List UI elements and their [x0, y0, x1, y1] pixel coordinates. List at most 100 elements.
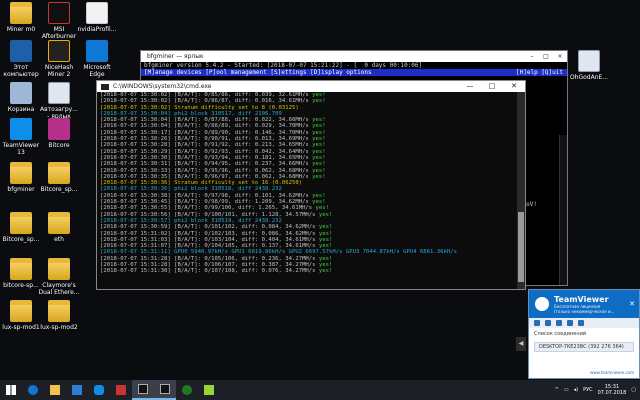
folder-icon: [10, 258, 32, 280]
cmd-line-text: [2018-07-07 15:30:36] Stratum difficulty…: [100, 180, 303, 187]
cmd-line-yes: yes!: [312, 117, 326, 124]
bin-icon: [10, 82, 32, 104]
teamviewer-panel[interactable]: TeamViewer Бесплатная лицензия (только н…: [528, 289, 640, 379]
desktop-icon[interactable]: lux-sp-mod2: [37, 300, 81, 331]
nh-icon: [48, 40, 70, 62]
network-icon[interactable]: ▭: [564, 387, 569, 393]
doc-icon: [86, 2, 108, 24]
folder-icon: [50, 385, 60, 395]
cmd-line-yes: yes!: [315, 205, 330, 212]
close-icon[interactable]: ✕: [629, 300, 635, 308]
notifications-icon[interactable]: ▢: [631, 387, 636, 393]
cmd-line-text: [2018-07-07 15:30:28] [B/A/T]: 0/91/92, …: [100, 142, 313, 149]
cmd-line-yes: yes!: [312, 161, 326, 168]
language-indicator[interactable]: РУС: [583, 387, 593, 393]
afterburner-icon: [116, 385, 126, 395]
teamviewer-footer-link[interactable]: www.teamviewer.com: [590, 370, 634, 375]
cmd-line-yes: yes!: [318, 230, 333, 237]
cmd-scroll-thumb[interactable]: [518, 212, 524, 282]
cmd-line-yes: yes!: [312, 98, 326, 105]
taskbar-bfgminer[interactable]: [154, 380, 176, 400]
terminal-icon: [160, 384, 170, 394]
desktop-icon[interactable]: Bitcore: [37, 118, 81, 149]
tray-arrow-icon[interactable]: ^: [555, 387, 559, 393]
settings-icon[interactable]: [578, 320, 584, 326]
desktop-icon[interactable]: Claymore's Dual Ethere...: [37, 258, 81, 296]
cmd-line-yes: yes!: [312, 199, 326, 206]
cmd-output-line: [2018-07-07 15:31:30] [B/A/T]: 0/107/108…: [100, 268, 517, 274]
desktop-icon-label: Claymore's Dual Ethere...: [38, 282, 80, 296]
cmd-line-yes: yes!: [318, 211, 333, 218]
bfgminer-menu[interactable]: [M]anage devices [P]ool management [S]et…: [141, 69, 567, 76]
cmd-line-text: [2018-07-07 15:30:31] [B/A/T]: 0/94/95, …: [100, 161, 313, 168]
cmd-line-yes: yes!: [312, 167, 326, 174]
tool-icon: [204, 385, 214, 395]
cmd-line-yes: yes!: [318, 224, 333, 231]
minimize-button[interactable]: –: [525, 51, 539, 62]
desktop-icon[interactable]: eth: [37, 212, 81, 243]
cmd-line-yes: yes!: [312, 92, 326, 98]
desktop-icon-label: Bitcore: [48, 142, 70, 149]
taskbar-xbox[interactable]: [176, 380, 198, 400]
teamviewer-toolbar: [529, 318, 639, 328]
file-icon[interactable]: [567, 320, 573, 326]
taskbar-store[interactable]: [66, 380, 88, 400]
desktop-icon[interactable]: Microsoft Edge: [75, 40, 119, 78]
teamviewer-logo-icon: [535, 297, 549, 311]
system-tray: ^ ▭ ◂) РУС 15:31 07.07.2018 ▢: [555, 384, 640, 396]
maximize-button[interactable]: □: [539, 51, 553, 62]
maximize-button[interactable]: □: [481, 81, 503, 92]
bfgminer-menu-left[interactable]: [M]anage devices [P]ool management [S]et…: [144, 69, 372, 76]
cmd-line-text: [2018-07-07 15:30:17] [B/A/T]: 0/89/90, …: [100, 129, 313, 136]
desktop: Miner m0 MSI Afterburner nvidiaProfil... Эт…: [0, 0, 640, 380]
desktop-icon[interactable]: OhGodAnE...: [567, 50, 611, 81]
clock[interactable]: 15:31 07.07.2018: [598, 384, 627, 396]
desktop-icon[interactable]: Bitcore_sp...: [37, 162, 81, 193]
cmd-line-text: [2018-07-07 15:31:03] [B/A/T]: 0/103/104…: [100, 236, 319, 243]
taskbar-tool[interactable]: [198, 380, 220, 400]
bfgminer-menu-right[interactable]: [H]elp [Q]uit: [516, 69, 567, 76]
clock-date: 07.07.2018: [597, 390, 627, 396]
taskbar-cmd[interactable]: [132, 380, 154, 400]
desktop-icon[interactable]: nvidiaProfil...: [75, 2, 119, 33]
close-button[interactable]: ×: [553, 51, 567, 62]
cmd-line-text: [2018-07-07 15:30:02] [B/A/T]: 0/86/87, …: [100, 98, 313, 105]
cmd-line-yes: yes!: [318, 243, 333, 250]
cmd-line-text: [2018-07-07 15:30:36] phi2 block 310518,…: [100, 186, 282, 193]
chat-icon[interactable]: [534, 320, 540, 326]
camera-icon[interactable]: [545, 320, 551, 326]
teamviewer-connection-entry[interactable]: DESKTOP-7KE23BC (392 276 364): [534, 342, 634, 352]
cmd-line-text: [2018-07-07 15:31:11] GPU0 5940.97kH/s G…: [100, 249, 457, 256]
shortcut-icon: [48, 82, 70, 104]
cmd-line-text: [2018-07-07 15:30:33] [B/A/T]: 0/95/96, …: [100, 167, 313, 174]
bfgminer-title: bfgminer — ярлык: [147, 53, 204, 60]
tv-icon: [10, 118, 32, 140]
cmd-line-text: [2018-07-07 15:30:57] phi2 block 310519,…: [100, 217, 282, 224]
bfgminer-scrollbar[interactable]: [559, 135, 567, 285]
cmd-line-text: [2018-07-07 15:30:55] [B/A/T]: 0/99/100,…: [100, 205, 316, 212]
cmd-line-text: [2018-07-07 15:31:07] [B/A/T]: 0/104/105…: [100, 243, 319, 250]
taskbar-msi[interactable]: [110, 380, 132, 400]
taskbar-explorer[interactable]: [44, 380, 66, 400]
minimize-button[interactable]: —: [459, 81, 481, 92]
cmd-line-text: [2018-07-07 15:30:02] [B/A/T]: 0/85/86, …: [100, 92, 313, 98]
folder-icon: [10, 212, 32, 234]
bfgminer-title-bar[interactable]: bfgminer — ярлык – □ ×: [141, 51, 567, 62]
start-button[interactable]: [0, 380, 22, 400]
taskbar-teamviewer[interactable]: [88, 380, 110, 400]
cmd-window[interactable]: C:\WINDOWS\system32\cmd.exe — □ ✕ [2018-…: [96, 80, 526, 290]
phone-icon[interactable]: [556, 320, 562, 326]
windows-icon: [6, 385, 16, 395]
cmd-title-bar[interactable]: C:\WINDOWS\system32\cmd.exe — □ ✕: [97, 81, 525, 92]
volume-icon[interactable]: ◂): [574, 387, 578, 393]
expand-arrow-icon[interactable]: ◀: [516, 337, 526, 351]
folder-icon: [10, 2, 32, 24]
taskbar-edge[interactable]: [22, 380, 44, 400]
folder-icon: [48, 162, 70, 184]
cmd-scrollbar[interactable]: [517, 92, 525, 289]
teamviewer-header: TeamViewer Бесплатная лицензия (только н…: [529, 290, 639, 318]
desktop-icon[interactable]: Автозагру... - ярлык: [37, 82, 81, 120]
cmd-line-text: [2018-07-07 15:31:02] [B/A/T]: 0/102/103…: [100, 230, 319, 237]
close-button[interactable]: ✕: [503, 81, 525, 92]
cmd-line-text: [2018-07-07 15:31:28] [B/A/T]: 0/105/106…: [100, 255, 319, 262]
